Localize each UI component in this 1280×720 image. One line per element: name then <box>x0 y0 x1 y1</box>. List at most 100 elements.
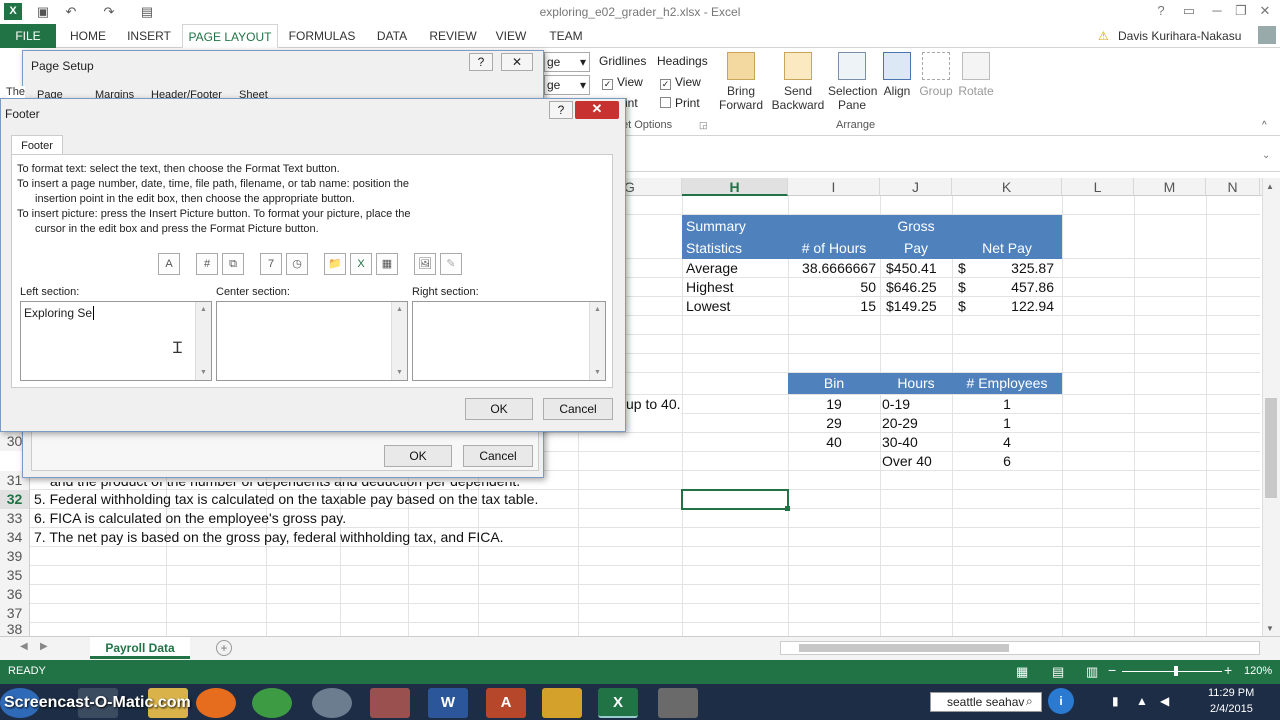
access-icon[interactable]: A <box>486 688 526 718</box>
tab-review[interactable]: REVIEW <box>424 24 482 48</box>
active-cell[interactable] <box>681 489 789 510</box>
left-section-scrollbar[interactable]: ▲ ▼ <box>195 302 211 380</box>
hours-range[interactable]: 20-29 <box>882 414 918 433</box>
scrollbar-thumb[interactable] <box>799 644 1009 652</box>
tab-file[interactable]: FILE <box>0 24 56 48</box>
zoom-slider-thumb[interactable] <box>1174 666 1178 676</box>
expand-formula-bar-icon[interactable]: ⌄ <box>1262 150 1270 161</box>
row-header-34[interactable]: 34 <box>0 528 30 547</box>
hours-range[interactable]: 30-40 <box>882 433 918 452</box>
firefox-icon[interactable] <box>196 688 236 718</box>
stat-gross[interactable]: $646.25 <box>880 278 952 297</box>
add-sheet-icon[interactable]: + <box>216 640 232 656</box>
align-button[interactable]: Align <box>878 52 916 98</box>
right-section-scrollbar[interactable]: ▲ ▼ <box>589 302 605 380</box>
insert-date-button[interactable]: 7 <box>260 253 282 275</box>
column-header-m[interactable]: M <box>1134 178 1206 196</box>
zoom-slider[interactable] <box>1122 671 1222 672</box>
note-row-33[interactable]: 6. FICA is calculated on the employee's … <box>34 509 346 528</box>
column-header-n[interactable]: N <box>1206 178 1260 196</box>
ribbon-display-icon[interactable]: ▭ <box>1176 2 1202 20</box>
selection-pane-button[interactable]: Selection Pane <box>828 52 877 112</box>
column-header-k[interactable]: K <box>952 178 1062 196</box>
normal-view-icon[interactable]: ▦ <box>1016 664 1028 680</box>
insert-sheet-name-button[interactable]: ▦ <box>376 253 398 275</box>
page-setup-close-button[interactable]: ✕ <box>501 53 533 71</box>
chrome-icon[interactable] <box>252 688 292 718</box>
volume-icon[interactable]: ◀ <box>1160 694 1169 708</box>
row-header-35[interactable]: 35 <box>0 566 30 585</box>
stat-label[interactable]: Highest <box>686 278 733 297</box>
avatar[interactable] <box>1258 26 1276 44</box>
scroll-down-icon[interactable]: ▼ <box>594 369 601 376</box>
footer-help-button[interactable]: ? <box>549 101 573 119</box>
center-section-editor[interactable]: ▲ ▼ <box>216 301 408 381</box>
scroll-up-icon[interactable]: ▲ <box>1266 182 1274 191</box>
page-break-view-icon[interactable]: ▥ <box>1086 664 1098 680</box>
left-section-editor[interactable]: Exploring Se Ɪ ▲ ▼ <box>20 301 212 381</box>
bin-value[interactable]: 29 <box>788 414 880 433</box>
scroll-up-icon[interactable]: ▲ <box>594 306 601 313</box>
column-header-i[interactable]: I <box>788 178 880 196</box>
tab-home[interactable]: HOME <box>62 24 114 48</box>
hours-range[interactable]: 0-19 <box>882 395 910 414</box>
bin-value[interactable]: 19 <box>788 395 880 414</box>
row-header-36[interactable]: 36 <box>0 585 30 604</box>
tab-view[interactable]: VIEW <box>488 24 534 48</box>
footer-cancel-button[interactable]: Cancel <box>543 398 613 420</box>
row-header-37[interactable]: 37 <box>0 604 30 623</box>
note-row-34[interactable]: 7. The net pay is based on the gross pay… <box>34 528 504 547</box>
bring-forward-button[interactable]: Bring Forward <box>714 52 768 112</box>
horizontal-scrollbar[interactable] <box>780 641 1260 655</box>
word-icon[interactable]: W <box>428 688 468 718</box>
stat-gross[interactable]: $149.25 <box>880 297 952 316</box>
insert-picture-button[interactable]: 🖼 <box>414 253 436 275</box>
row-header-38[interactable]: 38 <box>0 623 30 636</box>
media-app-icon[interactable] <box>542 688 582 718</box>
stat-hours[interactable]: 15 <box>788 297 876 316</box>
tab-data[interactable]: DATA <box>366 24 418 48</box>
tab-team[interactable]: TEAM <box>540 24 592 48</box>
user-name[interactable]: Davis Kurihara-Nakasu <box>1118 29 1241 43</box>
format-text-button[interactable]: A <box>158 253 180 275</box>
page-setup-cancel-button[interactable]: Cancel <box>463 445 533 467</box>
scroll-down-icon[interactable]: ▼ <box>396 369 403 376</box>
search-icon[interactable]: ⌕ <box>1026 694 1033 709</box>
stat-net[interactable]: 457.86 <box>952 278 1054 297</box>
stat-label[interactable]: Lowest <box>686 297 730 316</box>
page-layout-view-icon[interactable]: ▤ <box>1052 664 1064 680</box>
employee-count[interactable]: 4 <box>952 433 1062 452</box>
page-setup-ok-button[interactable]: OK <box>384 445 452 467</box>
employee-count[interactable]: 1 <box>952 395 1062 414</box>
stat-net[interactable]: 122.94 <box>952 297 1054 316</box>
note-row-32[interactable]: 5. Federal withholding tax is calculated… <box>34 490 538 509</box>
employee-count[interactable]: 6 <box>952 452 1062 471</box>
headings-view-checkbox[interactable]: ✓ View <box>660 75 701 90</box>
hours-range[interactable]: Over 40 <box>882 452 932 471</box>
row-header-39[interactable]: 39 <box>0 547 30 566</box>
bin-value[interactable]: 40 <box>788 433 880 452</box>
column-header-h[interactable]: H <box>682 178 788 196</box>
clock-date[interactable]: 2/4/2015 <box>1210 703 1253 715</box>
fill-handle[interactable] <box>785 506 790 511</box>
safari-icon[interactable] <box>312 688 352 718</box>
right-section-editor[interactable]: ▲ ▼ <box>412 301 606 381</box>
insert-file-name-button[interactable]: X <box>350 253 372 275</box>
insert-file-path-button[interactable]: 📁 <box>324 253 346 275</box>
help-icon[interactable]: ? <box>1148 2 1174 20</box>
row-header-33[interactable]: 33 <box>0 509 30 528</box>
page-setup-help-button[interactable]: ? <box>469 53 493 71</box>
tab-formulas[interactable]: FORMULAS <box>284 24 360 48</box>
scroll-down-icon[interactable]: ▼ <box>200 369 207 376</box>
row-header-32[interactable]: 32 <box>0 490 30 509</box>
zoom-out-icon[interactable]: − <box>1108 662 1116 678</box>
info-icon[interactable]: i <box>1048 688 1074 714</box>
next-sheet-icon[interactable]: ▶ <box>40 641 48 652</box>
close-window-icon[interactable]: ✕ <box>1252 2 1278 20</box>
clock-time[interactable]: 11:29 PM <box>1208 687 1254 699</box>
stat-gross[interactable]: $450.41 <box>880 259 952 278</box>
column-header-j[interactable]: J <box>880 178 952 196</box>
vertical-scrollbar[interactable]: ▲ ▼ <box>1262 178 1280 636</box>
stat-net[interactable]: 325.87 <box>952 259 1054 278</box>
footer-ok-button[interactable]: OK <box>465 398 533 420</box>
